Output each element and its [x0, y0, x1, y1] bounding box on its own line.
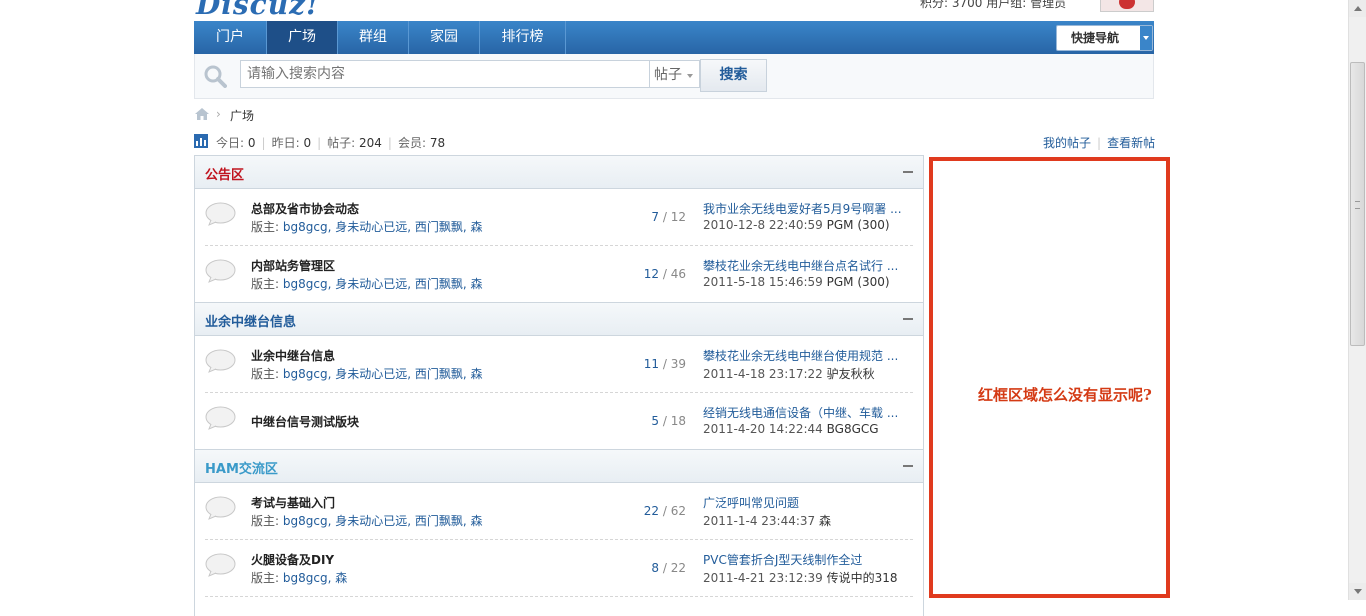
forum-bubble-icon: [205, 553, 236, 577]
chevron-down-icon: [1140, 26, 1152, 50]
last-post-meta: 2011-4-20 14:22:44 BG8GCG: [703, 422, 879, 436]
quick-nav-label: 快捷导航: [1071, 31, 1120, 45]
search-button[interactable]: 搜索: [700, 59, 767, 92]
moderator-links[interactable]: bg8gcg, 身未动心已远, 西门飘飘, 森: [283, 220, 483, 234]
last-post-meta: 2011-1-4 23:44:37 森: [703, 514, 832, 528]
forum-row: 业余中继台信息 版主: bg8gcg, 身未动心已远, 西门飘飘, 森 11 /…: [205, 335, 913, 393]
forum-bubble-icon: [205, 259, 236, 283]
breadcrumb-separator: ›: [216, 107, 221, 121]
moderator-links[interactable]: bg8gcg, 森: [283, 571, 347, 585]
scroll-down-icon[interactable]: [1349, 583, 1366, 600]
forum-row: 中继台信号测试版块 5 / 18 经销无线电通信设备（中继、车载 ... 201…: [205, 392, 913, 449]
forum-moderators: 版主: bg8gcg, 身未动心已远, 西门飘飘, 森: [251, 367, 483, 381]
avatar[interactable]: [1100, 0, 1154, 12]
last-post-meta: 2011-4-21 23:12:39 传说中的318: [703, 571, 898, 585]
dropdown-arrow-icon: [687, 74, 693, 78]
collapse-icon[interactable]: [903, 171, 913, 173]
category-header[interactable]: 公告区: [195, 155, 923, 189]
category-title[interactable]: HAM交流区: [205, 458, 278, 477]
forum-counts: 7 / 12: [651, 210, 686, 224]
last-post-title[interactable]: 经销无线电通信设备（中继、车载 ...: [703, 404, 898, 421]
last-post-title[interactable]: 攀枝花业余无线电中继台使用规范 ...: [703, 347, 898, 364]
search-bar: 帖子 搜索: [194, 54, 1154, 99]
stat-today-label: 今日:: [216, 136, 245, 150]
vertical-scrollbar[interactable]: [1348, 0, 1366, 600]
scroll-up-icon[interactable]: [1349, 0, 1366, 17]
forum-bubble-icon: [205, 406, 236, 430]
stat-members-label: 会员:: [397, 136, 426, 150]
nav-item-groups[interactable]: 群组: [338, 21, 409, 54]
nav-item-home[interactable]: 家园: [409, 21, 480, 54]
collapse-icon[interactable]: [903, 318, 913, 320]
category-header[interactable]: HAM交流区: [195, 449, 923, 483]
forum-row: 总部及省市协会动态 版主: bg8gcg, 身未动心已远, 西门飘飘, 森 7 …: [205, 188, 913, 246]
stat-yesterday-value: 0: [303, 136, 312, 150]
scrollbar-thumb[interactable]: [1350, 62, 1365, 346]
forum-row: 内部站务管理区 版主: bg8gcg, 身未动心已远, 西门飘飘, 森 12 /…: [205, 245, 913, 302]
forum-counts: 12 / 46: [643, 267, 686, 281]
search-icon: [204, 65, 227, 88]
category-header[interactable]: 业余中继台信息: [195, 302, 923, 336]
forum-name[interactable]: 业余中继台信息: [251, 347, 335, 364]
forum-name[interactable]: 考试与基础入门: [251, 494, 335, 511]
forum-name[interactable]: 中继台信号测试版块: [251, 413, 359, 430]
last-post-meta: 2011-4-18 23:17:22 驴友秋秋: [703, 367, 875, 381]
last-post-title[interactable]: 我市业余无线电爱好者5月9号啊署 ...: [703, 200, 902, 217]
search-type-label: 帖子: [654, 67, 682, 83]
search-input[interactable]: [240, 60, 650, 88]
moderator-links[interactable]: bg8gcg, 身未动心已远, 西门飘飘, 森: [283, 367, 483, 381]
forum-row: 考试与基础入门 版主: bg8gcg, 身未动心已远, 西门飘飘, 森 22 /…: [205, 482, 913, 540]
forum-counts: 8 / 22: [651, 561, 686, 575]
forum-name[interactable]: 火腿设备及DIY: [251, 551, 334, 568]
quick-nav-button[interactable]: 快捷导航: [1056, 25, 1153, 51]
user-info: 积分: 3700 用户组: 管理员: [920, 0, 1067, 10]
forum-counts: 5 / 18: [651, 414, 686, 428]
collapse-icon[interactable]: [903, 465, 913, 467]
home-icon[interactable]: [194, 107, 210, 121]
forum-name[interactable]: 内部站务管理区: [251, 257, 335, 274]
forum-moderators: 版主: bg8gcg, 身未动心已远, 西门飘飘, 森: [251, 220, 483, 234]
forum-row: 火腿设备及DIY 版主: bg8gcg, 森 8 / 22 PVC管套折合J型天…: [205, 539, 913, 597]
forum-moderators: 版主: bg8gcg, 森: [251, 571, 348, 585]
breadcrumb-current: 广场: [230, 109, 255, 123]
forum-bubble-icon: [205, 349, 236, 373]
stat-members-value: 78: [429, 136, 446, 150]
stat-posts-label: 帖子:: [327, 136, 356, 150]
nav-item-ranking[interactable]: 排行榜: [480, 21, 566, 54]
stat-today-value: 0: [247, 136, 256, 150]
stat-posts-value: 204: [359, 136, 382, 150]
forum-name[interactable]: 总部及省市协会动态: [251, 200, 359, 217]
forum-bubble-icon: [205, 202, 236, 226]
forum-stats: 今日: 0 | 昨日: 0 | 帖子: 204 | 会员: 78: [216, 136, 446, 150]
nav-item-portal[interactable]: 门户: [194, 21, 267, 54]
category-title[interactable]: 业余中继台信息: [205, 311, 296, 330]
site-logo[interactable]: Discuz!: [196, 0, 319, 21]
category-title[interactable]: 公告区: [205, 164, 244, 183]
forum-moderators: 版主: bg8gcg, 身未动心已远, 西门飘飘, 森: [251, 277, 483, 291]
annotation-text: 红框区域怎么没有显示呢?: [978, 386, 1152, 404]
forum-list: 公告区 总部及省市协会动态 版主: bg8gcg, 身未动心已远, 西门飘飘, …: [194, 155, 924, 616]
moderator-links[interactable]: bg8gcg, 身未动心已远, 西门飘飘, 森: [283, 277, 483, 291]
main-navbar: 门户 广场 群组 家园 排行榜 快捷导航: [194, 21, 1154, 55]
nav-item-plaza[interactable]: 广场: [267, 21, 338, 54]
stats-chart-icon: [194, 134, 208, 148]
highlight-box: [929, 157, 1170, 598]
top-links: 我的帖子 | 查看新帖: [1043, 136, 1156, 150]
my-posts-link[interactable]: 我的帖子: [1043, 136, 1091, 150]
forum-counts: 22 / 62: [643, 504, 686, 518]
last-post-title[interactable]: PVC管套折合J型天线制作全过: [703, 551, 862, 568]
search-type-select[interactable]: 帖子: [650, 60, 700, 88]
last-post-title[interactable]: 广泛呼叫常见问题: [703, 494, 799, 511]
last-post-title[interactable]: 攀枝花业余无线电中继台点名试行 ...: [703, 257, 898, 274]
forum-moderators: 版主: bg8gcg, 身未动心已远, 西门飘飘, 森: [251, 514, 483, 528]
forum-bubble-icon: [205, 496, 236, 520]
last-post-meta: 2010-12-8 22:40:59 PGM (300): [703, 218, 890, 232]
forum-counts: 11 / 39: [643, 357, 686, 371]
stat-yesterday-label: 昨日:: [271, 136, 300, 150]
moderator-links[interactable]: bg8gcg, 身未动心已远, 西门飘飘, 森: [283, 514, 483, 528]
new-posts-link[interactable]: 查看新帖: [1107, 136, 1155, 150]
last-post-meta: 2011-5-18 15:46:59 PGM (300): [703, 275, 890, 289]
